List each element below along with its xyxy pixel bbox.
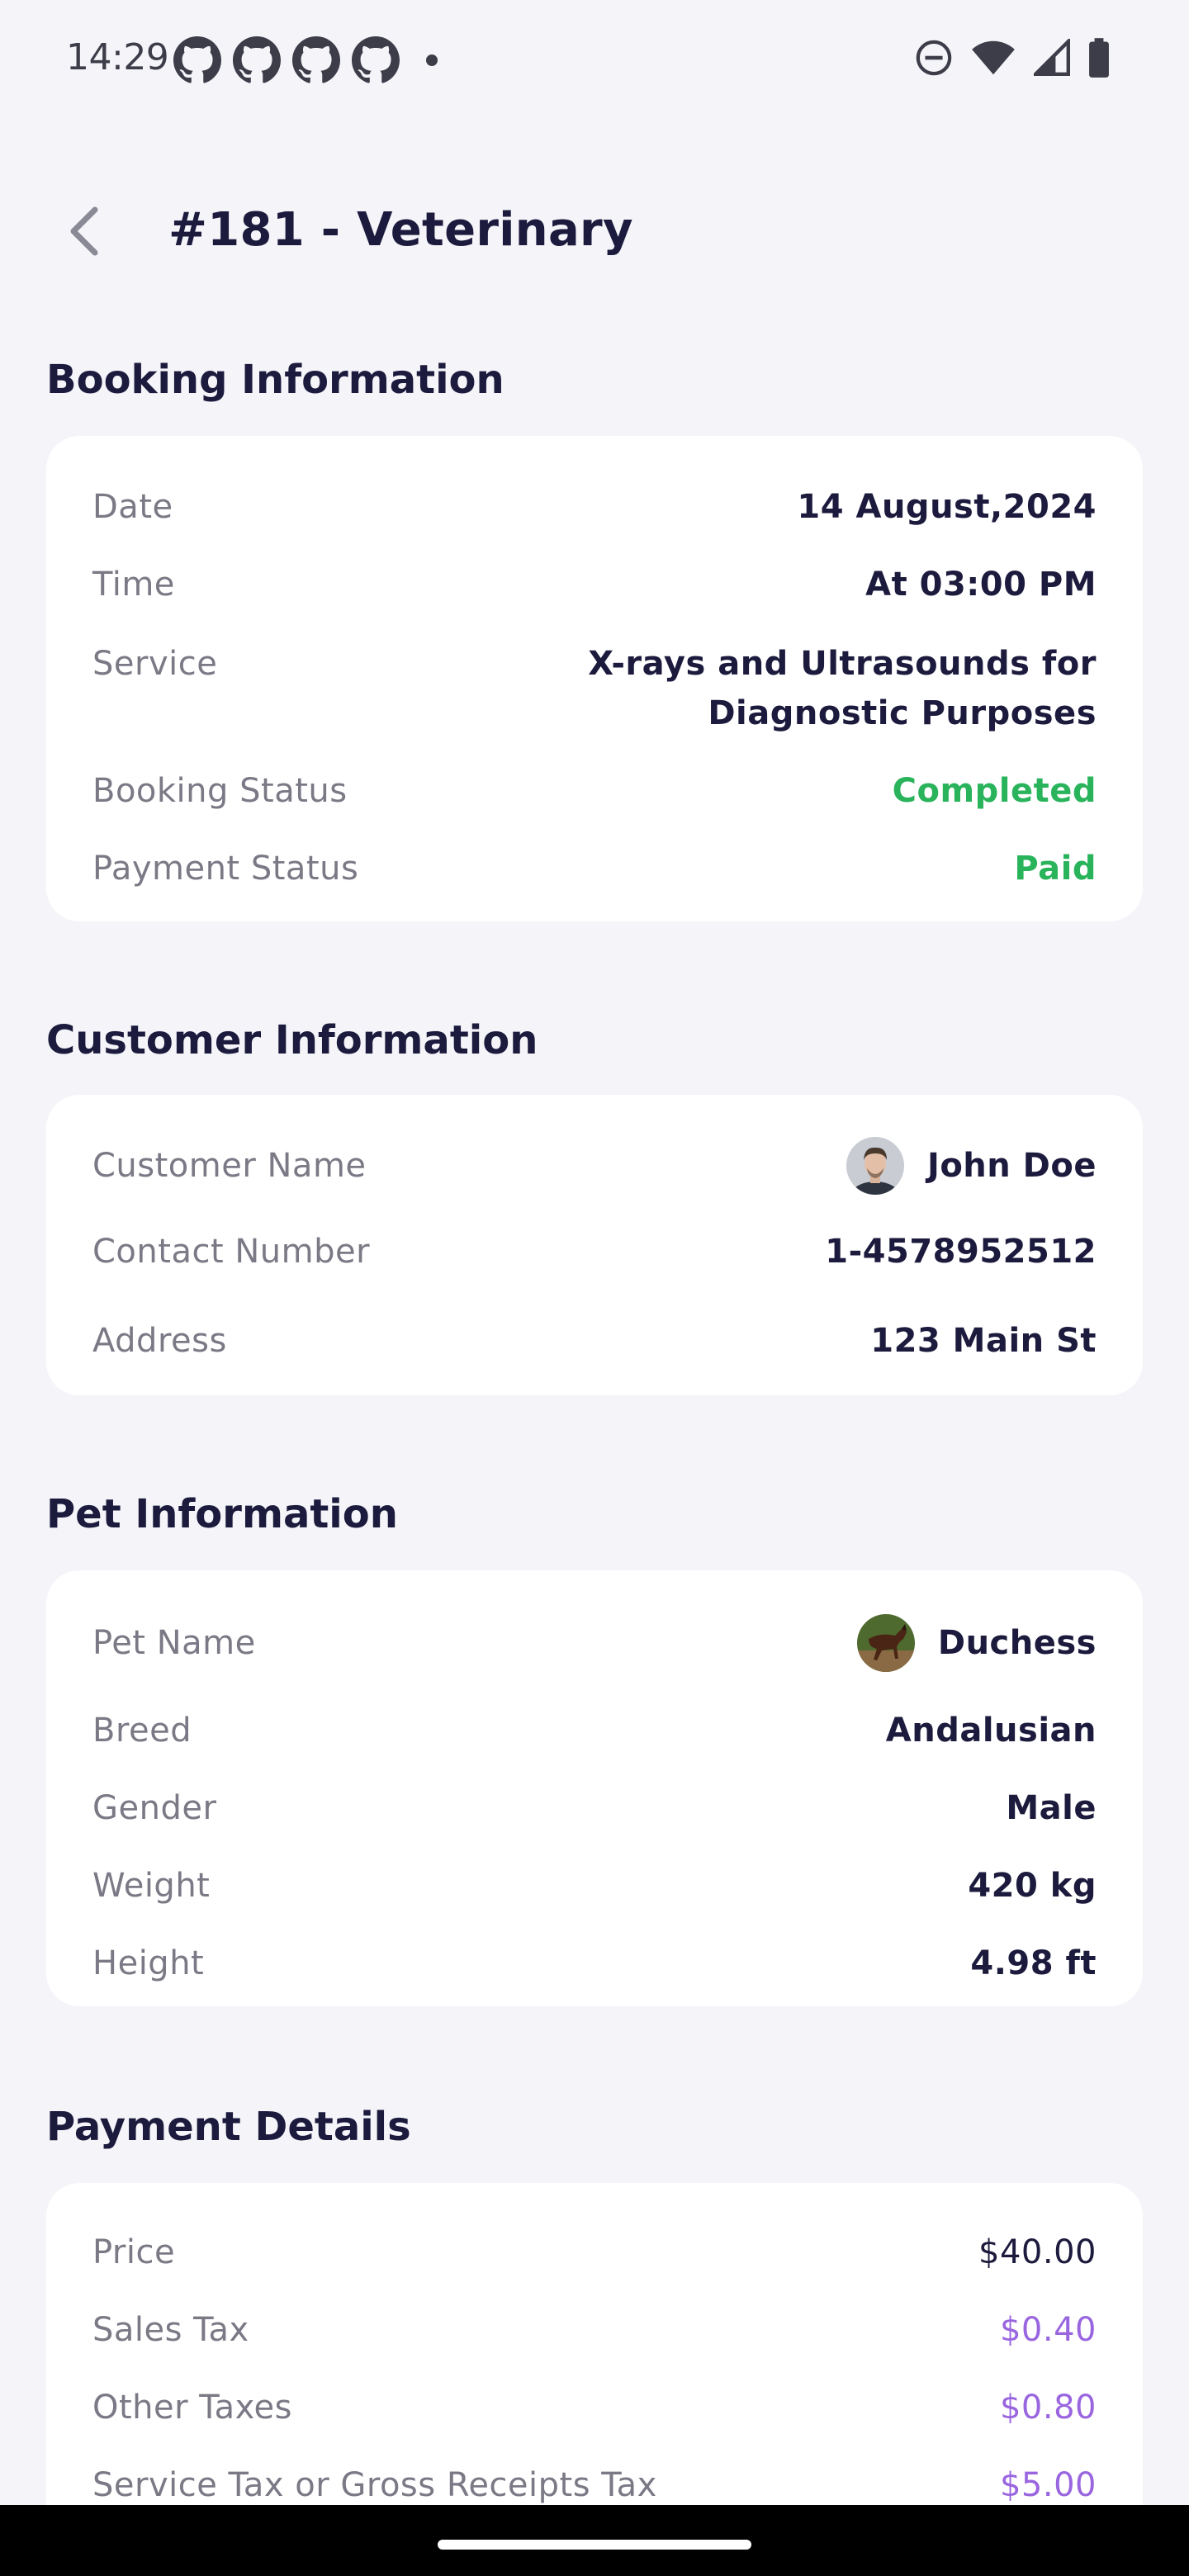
customer-name-text: John Doe bbox=[926, 1147, 1097, 1185]
pet-card: Pet Name Duchess Breed Andalusian Gender… bbox=[46, 1570, 1143, 2006]
page-title: #181 - Veterinary bbox=[168, 203, 633, 257]
wifi-icon bbox=[972, 40, 1015, 75]
customer-name-row: Customer Name John Doe bbox=[92, 1133, 1097, 1199]
pet-gender-row: Gender Male bbox=[92, 1783, 1097, 1833]
service-label: Service bbox=[92, 645, 218, 683]
other-taxes-row: Other Taxes $0.80 bbox=[92, 2383, 1097, 2432]
github-icon bbox=[173, 36, 221, 83]
home-gesture-handle[interactable] bbox=[438, 2540, 751, 2550]
service-value-line1: X-rays and Ultrasounds for bbox=[588, 645, 1097, 683]
pet-avatar bbox=[856, 1614, 915, 1672]
status-bar: 14:29 bbox=[0, 0, 1189, 116]
booking-card: Date 14 August,2024 Time At 03:00 PM Ser… bbox=[46, 436, 1143, 921]
sales-tax-label: Sales Tax bbox=[92, 2311, 249, 2349]
chevron-left-icon bbox=[70, 206, 98, 256]
payment-status-label: Payment Status bbox=[92, 850, 359, 888]
contact-value: 1-4578952512 bbox=[825, 1233, 1097, 1271]
service-value: X-rays and Ultrasounds for Diagnostic Pu… bbox=[588, 639, 1097, 738]
address-label: Address bbox=[92, 1322, 227, 1360]
pet-name-value: Duchess bbox=[856, 1614, 1097, 1672]
time-value: At 03:00 PM bbox=[865, 566, 1097, 604]
service-tax-label: Service Tax or Gross Receipts Tax bbox=[92, 2466, 657, 2504]
pet-name-label: Pet Name bbox=[92, 1624, 256, 1662]
pet-breed-row: Breed Andalusian bbox=[92, 1706, 1097, 1755]
breed-value: Andalusian bbox=[885, 1712, 1097, 1750]
booking-section-title: Booking Information bbox=[46, 357, 504, 403]
github-icon bbox=[352, 36, 400, 83]
customer-avatar bbox=[846, 1137, 904, 1195]
address-value: 123 Main St bbox=[870, 1322, 1097, 1360]
date-value: 14 August,2024 bbox=[797, 488, 1097, 526]
sales-tax-row: Sales Tax $0.40 bbox=[92, 2305, 1097, 2355]
booking-status-row: Booking Status Completed bbox=[92, 766, 1097, 816]
gender-label: Gender bbox=[92, 1789, 217, 1827]
height-value: 4.98 ft bbox=[970, 1944, 1097, 1982]
customer-name-label: Customer Name bbox=[92, 1147, 367, 1185]
booking-service-row: Service X-rays and Ultrasounds for Diagn… bbox=[92, 639, 1097, 738]
notification-icons bbox=[173, 36, 438, 84]
back-button[interactable] bbox=[46, 194, 121, 268]
booking-time-row: Time At 03:00 PM bbox=[92, 560, 1097, 609]
cellular-signal-icon bbox=[1034, 39, 1070, 76]
gender-value: Male bbox=[1006, 1789, 1097, 1827]
pet-name-text: Duchess bbox=[937, 1624, 1097, 1662]
sales-tax-value: $0.40 bbox=[999, 2311, 1097, 2349]
do-not-disturb-icon bbox=[916, 40, 952, 76]
system-icons bbox=[915, 38, 1110, 78]
payment-status-row: Payment Status Paid bbox=[92, 844, 1097, 893]
battery-icon bbox=[1089, 38, 1109, 78]
customer-address-row: Address 123 Main St bbox=[92, 1316, 1097, 1366]
app-header: #181 - Veterinary bbox=[0, 165, 1189, 297]
pet-name-row: Pet Name Duchess bbox=[92, 1610, 1097, 1676]
dot-icon bbox=[426, 54, 438, 66]
screen: 14:29 #181 - Veterinary Booking Informat… bbox=[0, 0, 1189, 2576]
price-row: Price $40.00 bbox=[92, 2228, 1097, 2277]
weight-value: 420 kg bbox=[968, 1867, 1097, 1905]
pet-height-row: Height 4.98 ft bbox=[92, 1939, 1097, 1988]
customer-section-title: Customer Information bbox=[46, 1017, 538, 1063]
customer-contact-row: Contact Number 1-4578952512 bbox=[92, 1227, 1097, 1276]
booking-date-row: Date 14 August,2024 bbox=[92, 482, 1097, 532]
service-tax-value: $5.00 bbox=[999, 2466, 1097, 2504]
customer-name-value: John Doe bbox=[846, 1137, 1097, 1195]
service-tax-row: Service Tax or Gross Receipts Tax $5.00 bbox=[92, 2460, 1097, 2510]
navigation-bar bbox=[0, 2505, 1189, 2576]
status-time: 14:29 bbox=[66, 36, 169, 78]
breed-label: Breed bbox=[92, 1712, 192, 1750]
customer-card: Customer Name John Doe Contact Number 1-… bbox=[46, 1095, 1143, 1395]
price-label: Price bbox=[92, 2233, 176, 2271]
github-icon bbox=[233, 36, 281, 83]
payment-section-title: Payment Details bbox=[46, 2104, 411, 2150]
date-label: Date bbox=[92, 488, 173, 526]
service-value-line2: Diagnostic Purposes bbox=[708, 694, 1097, 732]
booking-status-value: Completed bbox=[892, 772, 1097, 810]
github-icon bbox=[292, 36, 340, 83]
price-value: $40.00 bbox=[978, 2233, 1097, 2271]
pet-weight-row: Weight 420 kg bbox=[92, 1861, 1097, 1911]
weight-label: Weight bbox=[92, 1867, 211, 1905]
height-label: Height bbox=[92, 1944, 205, 1982]
other-taxes-label: Other Taxes bbox=[92, 2389, 293, 2427]
booking-status-label: Booking Status bbox=[92, 772, 348, 810]
other-taxes-value: $0.80 bbox=[999, 2389, 1097, 2427]
time-label: Time bbox=[92, 566, 175, 604]
contact-label: Contact Number bbox=[92, 1233, 371, 1271]
pet-section-title: Pet Information bbox=[46, 1491, 398, 1537]
payment-status-value: Paid bbox=[1014, 850, 1097, 888]
